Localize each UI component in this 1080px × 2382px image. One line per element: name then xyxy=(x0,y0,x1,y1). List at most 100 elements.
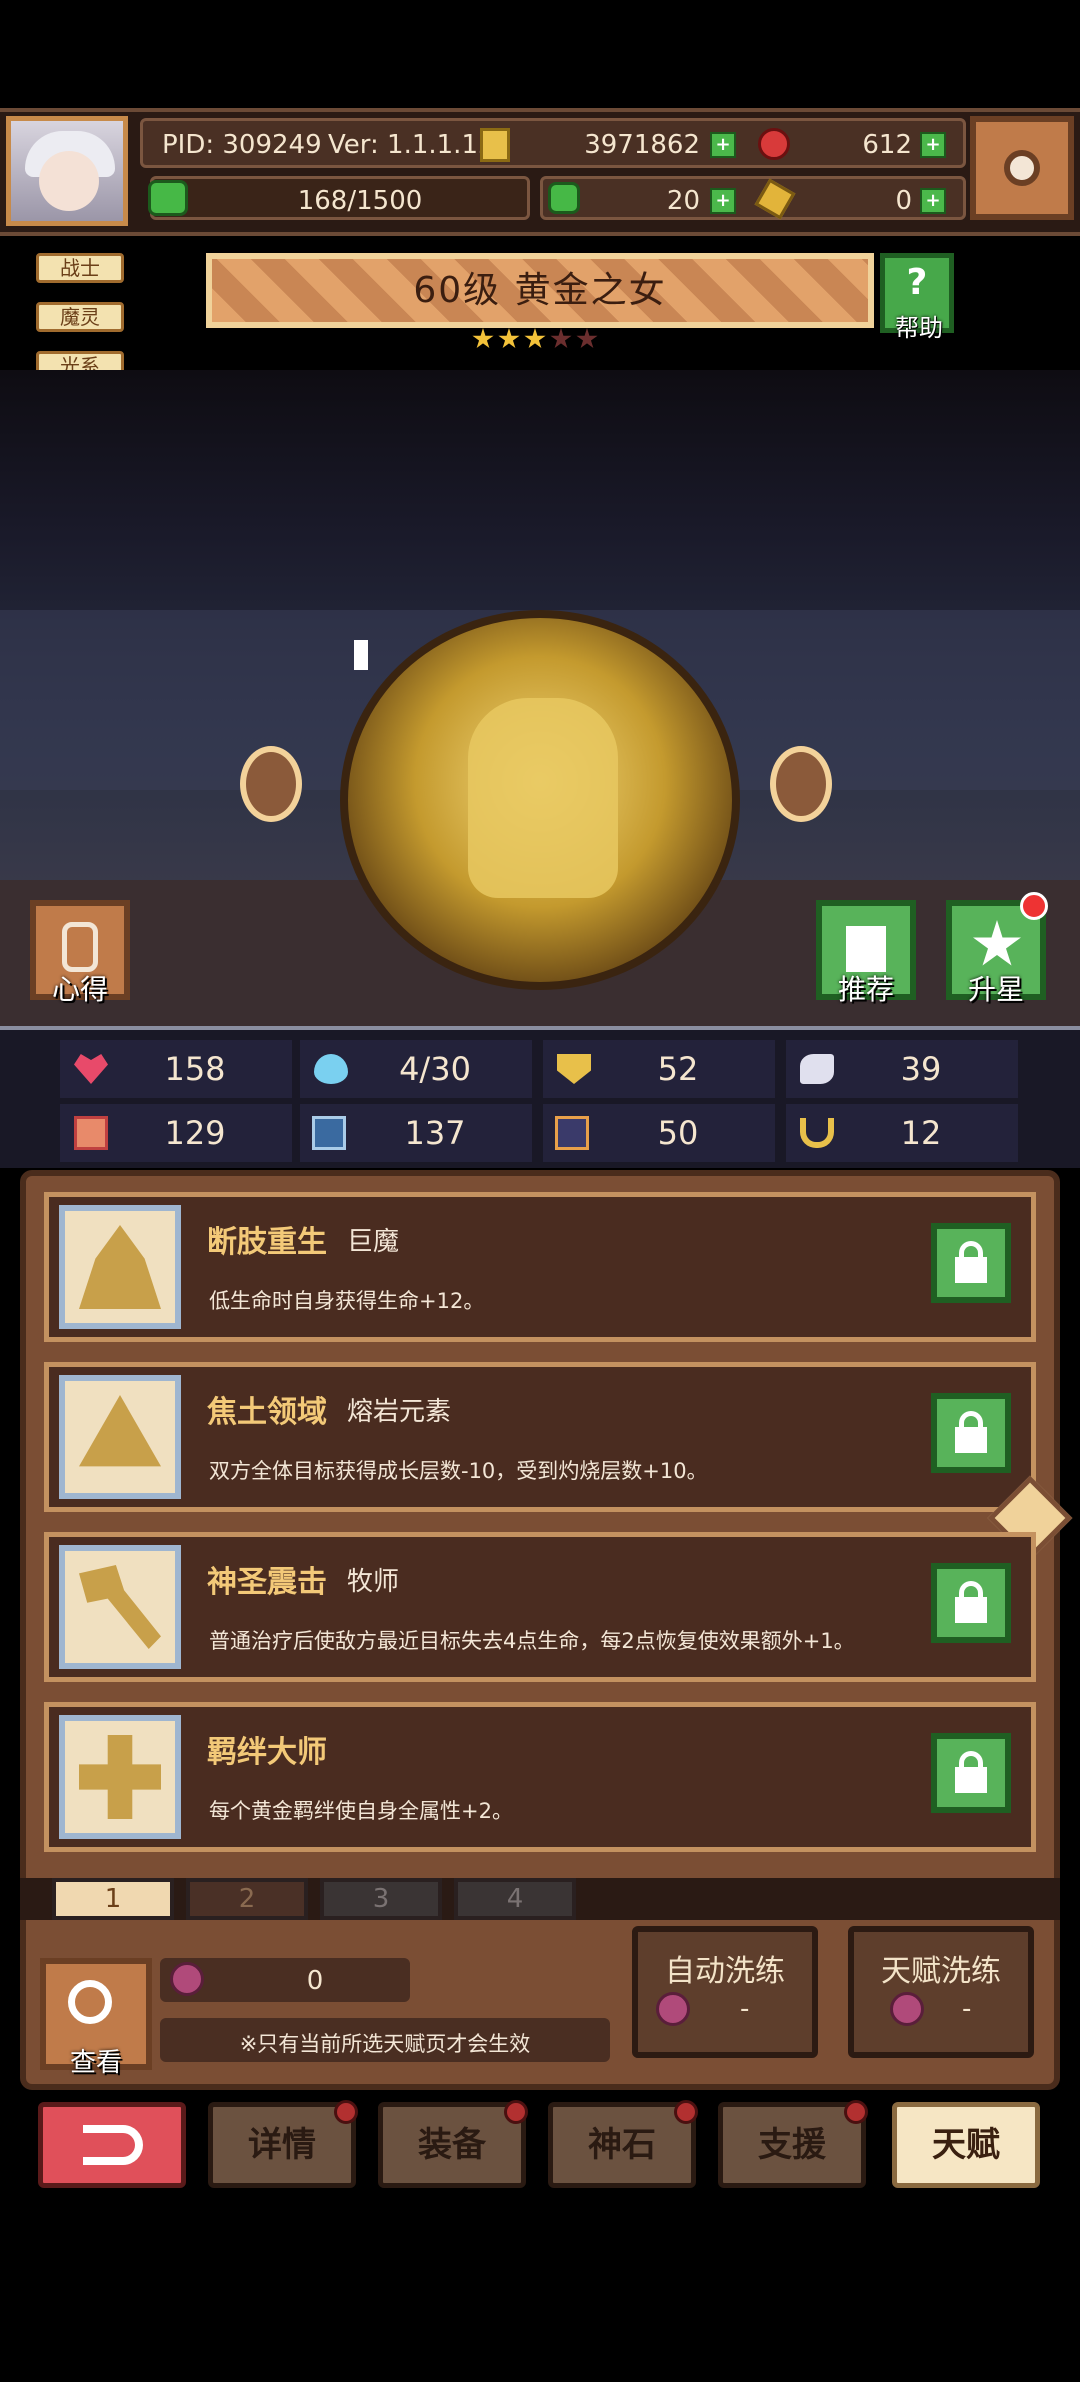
key-amount: 0 xyxy=(895,186,912,216)
clover-amount: 20 xyxy=(666,186,700,216)
star-filled-icon xyxy=(498,328,520,349)
lock-icon xyxy=(955,1257,987,1283)
notes-label: 心得 xyxy=(51,973,108,1006)
talent-desc: 低生命时自身获得生命+12。 xyxy=(209,1289,485,1313)
talent-card-3[interactable]: 神圣震击 牧师 普通治疗后使敌方最近目标失去4点生命，每2点恢复使效果额外+1。 xyxy=(44,1532,1036,1682)
top-header: PID: 309249 Ver: 1.1.1.12 3971862 + 612 … xyxy=(0,108,1080,236)
talent-type: 熔岩元素 xyxy=(347,1397,452,1427)
attack-value: 129 xyxy=(164,1114,226,1152)
help-label: 帮助 xyxy=(895,314,943,342)
wing-icon xyxy=(800,1054,834,1084)
version-text: Ver: 1.1.1.12 xyxy=(328,130,495,160)
lock-icon xyxy=(955,1767,987,1793)
player-avatar[interactable] xyxy=(6,116,128,226)
add-gem-icon[interactable]: + xyxy=(920,132,946,158)
auto-wash-value: - xyxy=(740,1994,750,2024)
talent-icon-hammer xyxy=(59,1545,181,1669)
gold-amount: 3971862 xyxy=(584,130,700,160)
gem-amount: 612 xyxy=(862,130,912,160)
talent-type: 巨魔 xyxy=(347,1227,400,1257)
stat-crit: 12 xyxy=(786,1104,1018,1162)
talent-wash-label: 天赋洗练 xyxy=(881,1954,1001,1989)
star-rating xyxy=(472,328,612,352)
lock-button[interactable] xyxy=(931,1393,1011,1473)
view-label: 查看 xyxy=(69,2048,122,2078)
lock-icon xyxy=(955,1427,987,1453)
talent-desc: 双方全体目标获得成长层数-10，受到灼烧层数+10。 xyxy=(209,1459,708,1483)
talent-name: 焦土领域 xyxy=(207,1395,327,1430)
lock-button[interactable] xyxy=(931,1733,1011,1813)
boot-icon xyxy=(555,1116,589,1150)
stat-attack: 129 xyxy=(60,1104,292,1162)
notification-dot xyxy=(334,2100,358,2124)
talent-wash-value: - xyxy=(962,1994,972,2024)
mana-value: 4/30 xyxy=(399,1050,471,1088)
horseshoe-icon xyxy=(800,1118,834,1148)
spellbook-icon xyxy=(312,1116,346,1150)
star-empty-icon xyxy=(576,328,598,349)
shield-icon xyxy=(557,1054,591,1084)
return-arrow-icon xyxy=(83,2125,143,2165)
talent-icon-bond xyxy=(59,1715,181,1839)
star-filled-icon xyxy=(524,328,546,349)
fist-icon xyxy=(74,1116,108,1150)
heart-icon xyxy=(74,1054,108,1084)
add-key-icon[interactable]: + xyxy=(920,188,946,214)
prev-hero-button[interactable] xyxy=(240,746,302,822)
hero-portrait-orb[interactable] xyxy=(340,610,740,990)
star-up-label: 升星 xyxy=(967,973,1024,1006)
tag-spirit: 魔灵 xyxy=(36,302,124,332)
talent-desc: 普通治疗后使敌方最近目标失去4点生命，每2点恢复使效果额外+1。 xyxy=(209,1629,855,1653)
talent-card-1[interactable]: 断肢重生 巨魔 低生命时自身获得生命+12。 xyxy=(44,1192,1036,1342)
add-clover-icon[interactable]: + xyxy=(710,188,736,214)
tab-page-3[interactable]: 3 xyxy=(320,1878,442,1920)
tab-page-1[interactable]: 1 xyxy=(52,1878,174,1920)
talent-card-4[interactable]: 羁绊大师 每个黄金羁绊使自身全属性+2。 xyxy=(44,1702,1036,1852)
settings-button[interactable] xyxy=(970,116,1074,220)
resist-value: 50 xyxy=(657,1114,699,1152)
divider xyxy=(0,1026,1080,1030)
notification-dot xyxy=(1020,892,1048,920)
talent-card-2[interactable]: 焦土领域 熔岩元素 双方全体目标获得成长层数-10，受到灼烧层数+10。 xyxy=(44,1362,1036,1512)
water-drop-icon xyxy=(314,1054,348,1084)
talent-icon-lava xyxy=(59,1375,181,1499)
gold-coin-icon xyxy=(480,128,510,162)
scroll-icon xyxy=(62,922,98,972)
thumbs-up-icon xyxy=(846,926,886,972)
tag-warrior: 战士 xyxy=(36,253,124,283)
talent-icon-troll xyxy=(59,1205,181,1329)
fruit-icon xyxy=(170,1962,204,1996)
stat-magic: 137 xyxy=(300,1104,532,1162)
stat-armor: 52 xyxy=(543,1040,775,1098)
hero-figure xyxy=(468,698,618,898)
red-gem-icon xyxy=(758,128,790,160)
lock-button[interactable] xyxy=(931,1563,1011,1643)
stat-hp: 158 xyxy=(60,1040,292,1098)
tab-page-2[interactable]: 2 xyxy=(186,1878,308,1920)
clover-icon xyxy=(548,182,580,214)
stat-resist: 50 xyxy=(543,1104,775,1162)
nav-talent[interactable]: 天赋 xyxy=(892,2102,1040,2188)
fruit-count: 0 xyxy=(306,1966,324,1996)
gear-icon xyxy=(1004,150,1040,186)
talent-name: 断肢重生 xyxy=(207,1225,327,1260)
star-empty-icon xyxy=(550,328,572,349)
lock-button[interactable] xyxy=(931,1223,1011,1303)
talent-name: 羁绊大师 xyxy=(207,1735,327,1770)
sparkle-icon xyxy=(354,640,368,670)
notice-text: ※只有当前所选天赋页才会生效 xyxy=(239,2032,531,2056)
crit-value: 12 xyxy=(900,1114,942,1152)
stat-mana: 4/30 xyxy=(300,1040,532,1098)
stamina-icon xyxy=(148,180,188,216)
talent-name: 神圣震击 xyxy=(207,1565,327,1600)
add-gold-icon[interactable]: + xyxy=(710,132,736,158)
back-button[interactable] xyxy=(38,2102,186,2188)
pid-text: PID: 309249 xyxy=(162,130,322,160)
hp-value: 158 xyxy=(164,1050,226,1088)
notification-dot xyxy=(674,2100,698,2124)
next-hero-button[interactable] xyxy=(770,746,832,822)
magnifier-icon xyxy=(68,1980,112,2024)
notification-dot xyxy=(504,2100,528,2124)
tab-page-4[interactable]: 4 xyxy=(454,1878,576,1920)
stat-speed: 39 xyxy=(786,1040,1018,1098)
